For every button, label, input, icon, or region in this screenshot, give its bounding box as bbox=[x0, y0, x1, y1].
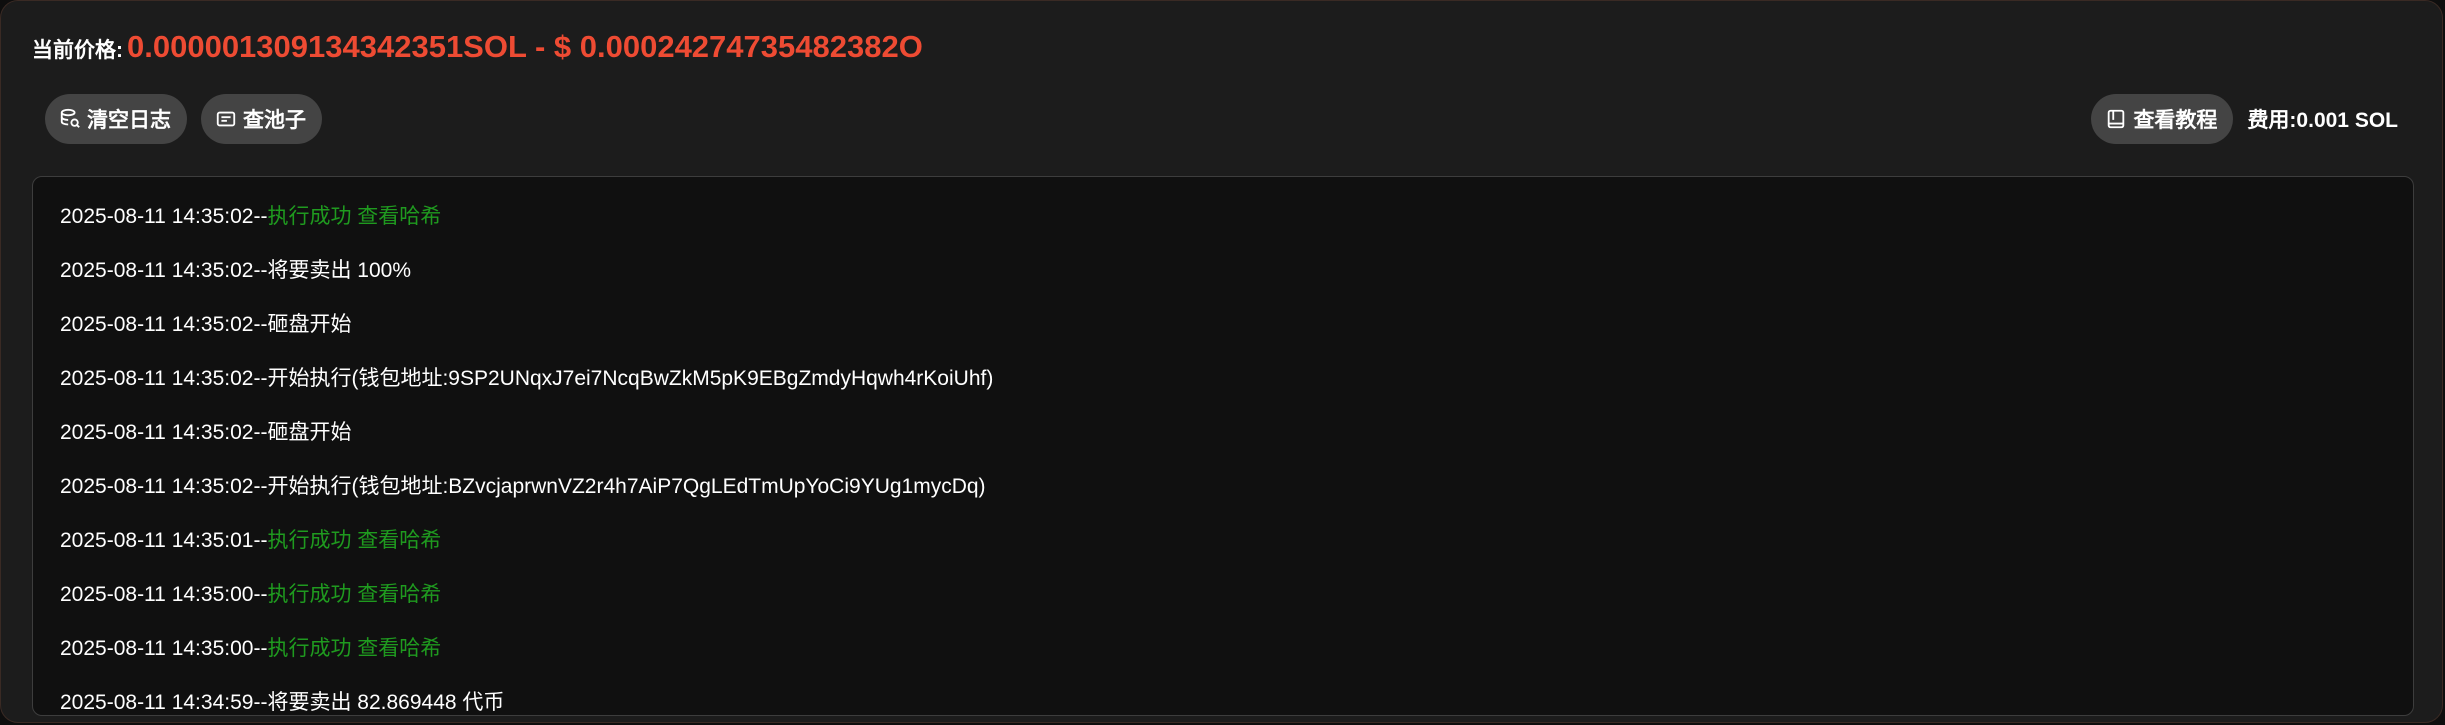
log-line: 2025-08-11 14:35:02--将要卖出 100% bbox=[60, 258, 411, 284]
trading-panel: 当前价格: 0.000001309134342351SOL - $ 0.0002… bbox=[0, 0, 2443, 723]
log-separator: -- bbox=[253, 313, 268, 336]
log-separator: -- bbox=[253, 367, 268, 390]
pool-card-icon bbox=[215, 108, 237, 130]
log-message: 将要卖出 82.869448 代币 bbox=[267, 691, 505, 714]
book-icon bbox=[2105, 108, 2127, 130]
log-line: 2025-08-11 14:35:02--开始执行(钱包地址:9SP2UNqxJ… bbox=[60, 366, 993, 392]
log-success-message[interactable]: 执行成功 查看哈希 bbox=[267, 529, 441, 552]
log-message: 砸盘开始 bbox=[267, 313, 352, 336]
clear-log-button[interactable]: 清空日志 bbox=[45, 94, 187, 144]
log-success-message[interactable]: 执行成功 查看哈希 bbox=[267, 583, 441, 606]
log-separator: -- bbox=[253, 691, 268, 714]
log-time: 2025-08-11 14:35:00 bbox=[60, 583, 254, 606]
price-label: 当前价格: bbox=[32, 39, 123, 62]
log-success-message[interactable]: 执行成功 查看哈希 bbox=[267, 205, 441, 228]
check-pool-button[interactable]: 查池子 bbox=[201, 94, 322, 144]
current-price-row: 当前价格: 0.000001309134342351SOL - $ 0.0002… bbox=[32, 29, 923, 65]
log-line: 2025-08-11 14:35:01--执行成功 查看哈希 bbox=[60, 528, 441, 554]
log-line: 2025-08-11 14:35:02--开始执行(钱包地址:BZvcjaprw… bbox=[60, 474, 986, 500]
log-time: 2025-08-11 14:35:02 bbox=[60, 421, 254, 444]
clear-log-label: 清空日志 bbox=[87, 109, 171, 132]
log-line: 2025-08-11 14:35:00--执行成功 查看哈希 bbox=[60, 636, 441, 662]
log-line: 2025-08-11 14:35:02--砸盘开始 bbox=[60, 420, 351, 446]
check-pool-label: 查池子 bbox=[243, 109, 306, 132]
log-time: 2025-08-11 14:35:02 bbox=[60, 259, 254, 282]
database-search-icon bbox=[59, 108, 81, 130]
log-message: 砸盘开始 bbox=[267, 421, 352, 444]
log-time: 2025-08-11 14:35:02 bbox=[60, 367, 254, 390]
log-separator: -- bbox=[253, 259, 268, 282]
log-separator: -- bbox=[253, 421, 268, 444]
log-line: 2025-08-11 14:34:59--将要卖出 82.869448 代币 bbox=[60, 690, 505, 715]
log-line: 2025-08-11 14:35:00--执行成功 查看哈希 bbox=[60, 582, 441, 608]
log-time: 2025-08-11 14:35:02 bbox=[60, 205, 254, 228]
view-tutorial-button[interactable]: 查看教程 bbox=[2091, 94, 2234, 144]
log-line: 2025-08-11 14:35:02--砸盘开始 bbox=[60, 312, 351, 338]
log-separator: -- bbox=[253, 637, 268, 660]
log-message: 开始执行(钱包地址:9SP2UNqxJ7ei7NcqBwZkM5pK9EBgZm… bbox=[267, 367, 994, 390]
log-message: 开始执行(钱包地址:BZvcjaprwnVZ2r4h7AiP7QgLEdTmUp… bbox=[267, 475, 986, 498]
log-time: 2025-08-11 14:35:02 bbox=[60, 475, 254, 498]
log-time: 2025-08-11 14:34:59 bbox=[60, 691, 254, 714]
log-line: 2025-08-11 14:35:02--执行成功 查看哈希 bbox=[60, 204, 441, 230]
log-separator: -- bbox=[253, 205, 268, 228]
log-time: 2025-08-11 14:35:01 bbox=[60, 529, 254, 552]
log-time: 2025-08-11 14:35:00 bbox=[60, 637, 254, 660]
log-success-message[interactable]: 执行成功 查看哈希 bbox=[267, 637, 441, 660]
toolbar: 清空日志 查池子 查看教程 费用:0.001 SOL bbox=[45, 93, 2398, 145]
fee-text: 费用:0.001 SOL bbox=[2247, 109, 2398, 132]
view-tutorial-label: 查看教程 bbox=[2133, 109, 2218, 132]
log-separator: -- bbox=[253, 475, 268, 498]
log-separator: -- bbox=[253, 583, 268, 606]
log-panel[interactable]: 2025-08-11 14:35:02--执行成功 查看哈希 2025-08-1… bbox=[32, 176, 2414, 716]
log-time: 2025-08-11 14:35:02 bbox=[60, 313, 254, 336]
log-separator: -- bbox=[253, 529, 268, 552]
price-value: 0.000001309134342351SOL - $ 0.0002427473… bbox=[127, 29, 923, 64]
log-message: 将要卖出 100% bbox=[267, 259, 411, 282]
